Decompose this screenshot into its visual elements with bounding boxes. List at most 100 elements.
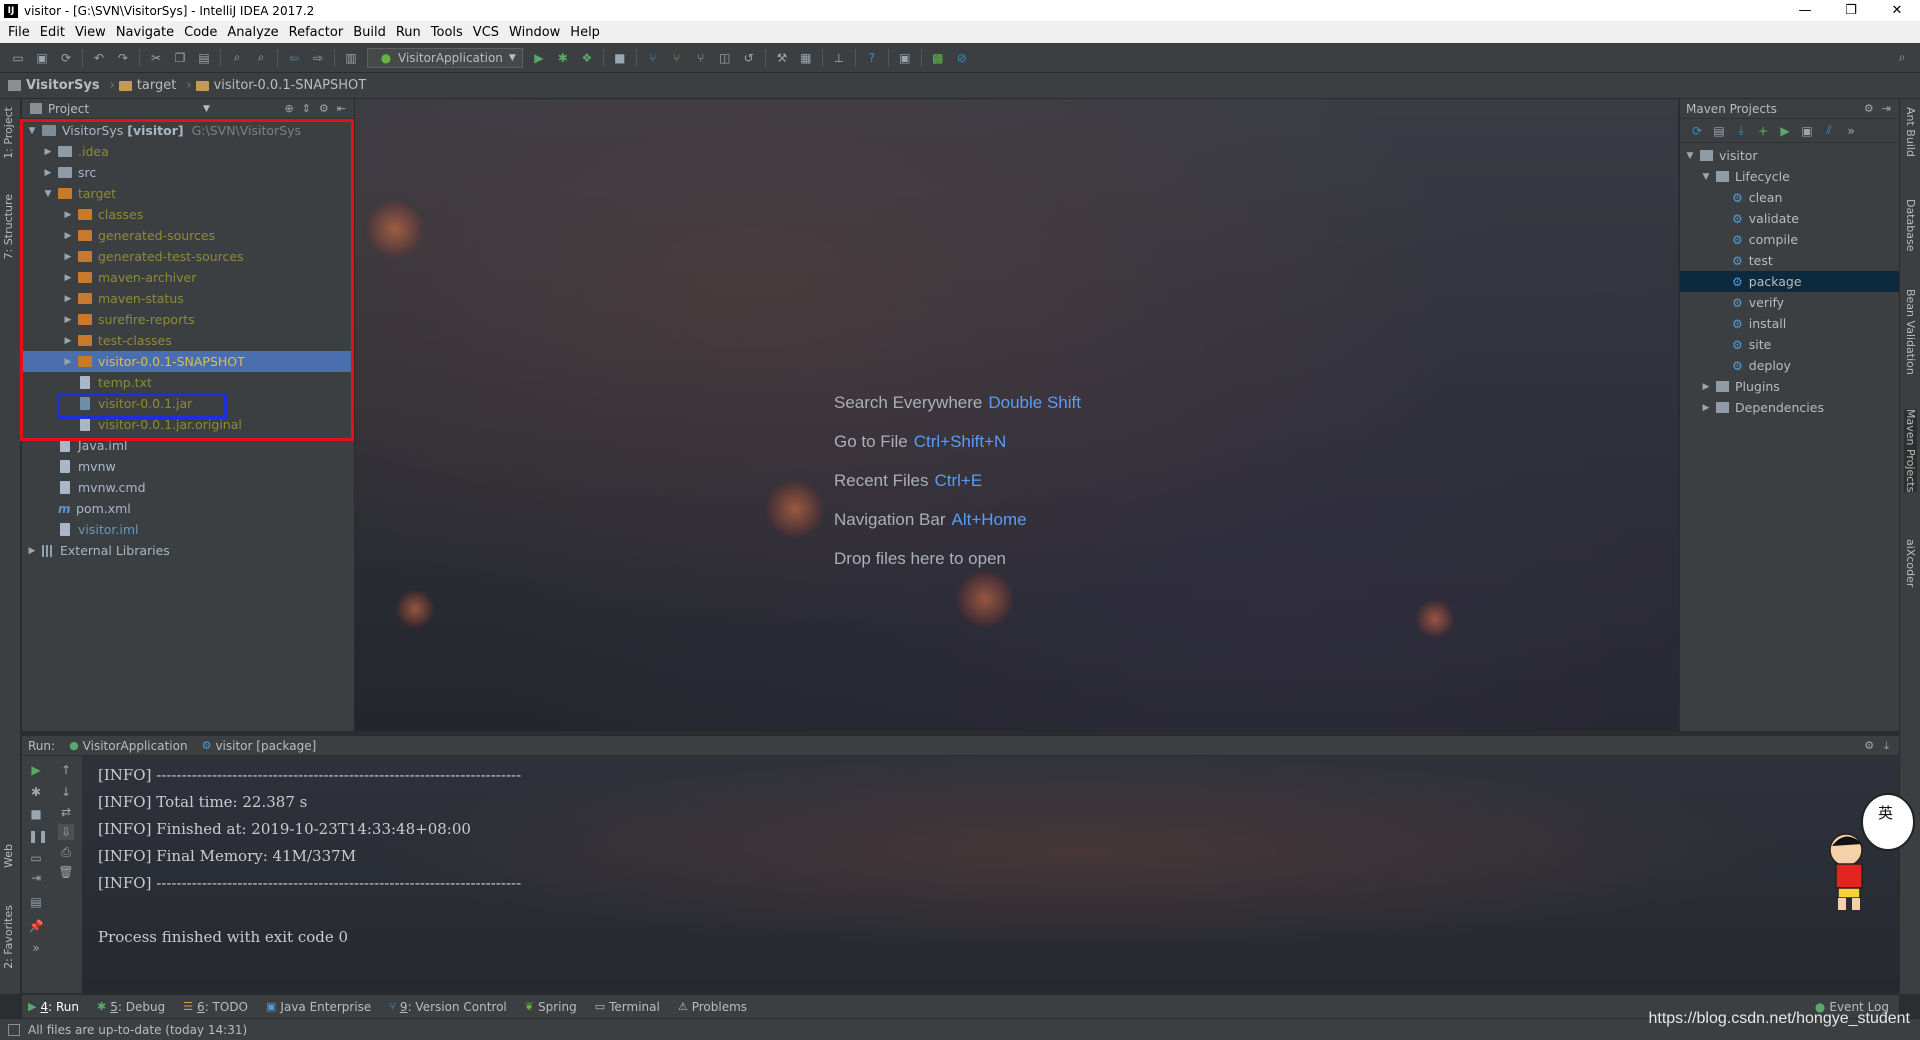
maven-goal-test[interactable]: ⚙ test (1680, 250, 1899, 271)
hide-panel-icon[interactable]: ⇥ (1882, 102, 1891, 115)
hide-panel-icon[interactable]: ⇤ (337, 102, 346, 115)
tree-item-visitor-iml[interactable]: visitor.iml (22, 519, 354, 540)
paste-icon[interactable]: ▤ (196, 50, 212, 66)
gear-icon[interactable]: ⚙ (1864, 102, 1874, 115)
layout-icon[interactable]: ▤ (28, 894, 44, 910)
menu-vcs[interactable]: VCS (469, 25, 505, 40)
down-icon[interactable]: ↓ (58, 784, 74, 800)
pin-icon[interactable]: 📌 (28, 918, 44, 934)
cut-icon[interactable]: ✂ (148, 50, 164, 66)
tab-version-control[interactable]: ⑂ 9: Version Control (389, 1000, 506, 1014)
maximize-button[interactable]: ❐ (1828, 0, 1874, 21)
run-icon[interactable]: ▶ (531, 50, 547, 66)
menu-view[interactable]: View (71, 25, 112, 40)
tab-aixcoder[interactable]: aiXcoder (1904, 539, 1917, 587)
maven-lifecycle-node[interactable]: ▼ Lifecycle (1680, 166, 1899, 187)
run-goal-icon[interactable]: ▶ (1777, 123, 1793, 139)
menu-edit[interactable]: Edit (36, 25, 71, 40)
download-icon[interactable]: ⤓ (1733, 123, 1749, 139)
vcs-commit-icon[interactable]: ⑂ (669, 50, 685, 66)
gear-icon[interactable]: ⚙ (319, 102, 329, 115)
expanded-arrow-icon[interactable]: ▼ (1684, 151, 1696, 161)
sdk-icon[interactable]: ⊥ (831, 50, 847, 66)
run-console[interactable]: [INFO] ---------------------------------… (82, 756, 1899, 993)
tab-structure[interactable]: 7: Structure (2, 194, 15, 259)
menu-file[interactable]: File (4, 25, 36, 40)
menu-refactor[interactable]: Refactor (285, 25, 350, 40)
tab-web[interactable]: Web (2, 844, 15, 868)
tab-problems[interactable]: ⚠ Problems (678, 1000, 747, 1014)
debug-icon[interactable]: ✱ (555, 50, 571, 66)
rerun-icon[interactable]: ▶ (28, 762, 44, 778)
run-configuration-select[interactable]: ● VisitorApplication ▼ (367, 47, 523, 68)
maven-project-node[interactable]: ▼ visitor (1680, 145, 1899, 166)
maven-goal-compile[interactable]: ⚙ compile (1680, 229, 1899, 250)
chevron-down-icon[interactable]: ▼ (203, 104, 210, 114)
tab-spring[interactable]: ❦ Spring (525, 1000, 577, 1014)
collapse-all-icon[interactable]: ⇕ (302, 102, 311, 115)
exit-icon[interactable]: ⇥ (28, 870, 44, 886)
copy-icon[interactable]: ❐ (172, 50, 188, 66)
vcs-history-icon[interactable]: ◫ (717, 50, 733, 66)
maven-goal-clean[interactable]: ⚙ clean (1680, 187, 1899, 208)
minimize-button[interactable]: — (1782, 0, 1828, 21)
maven-goal-package[interactable]: ⚙ package (1680, 271, 1899, 292)
tab-terminal[interactable]: ▭ Terminal (595, 1000, 660, 1014)
tab-ant-build[interactable]: Ant Build (1904, 107, 1917, 157)
stop-icon[interactable]: ■ (28, 806, 44, 822)
toggle-offline-icon[interactable]: ⫽ (1821, 123, 1837, 139)
project-structure-icon[interactable]: ▦ (798, 50, 814, 66)
vcs-revert-icon[interactable]: ↺ (741, 50, 757, 66)
print-icon[interactable]: ⎙ (58, 844, 74, 860)
maven-plugins-node[interactable]: ▶ Plugins (1680, 376, 1899, 397)
replace-icon[interactable]: ⌕ (253, 50, 269, 66)
hide-panel-icon[interactable]: ⤓ (1884, 739, 1889, 753)
generate-sources-icon[interactable]: ▤ (1711, 123, 1727, 139)
back-icon[interactable]: ⇦ (286, 50, 302, 66)
vcs-compare-icon[interactable]: ⑂ (693, 50, 709, 66)
collapsed-arrow-icon[interactable]: ▶ (1700, 382, 1712, 392)
breadcrumb-project[interactable]: VisitorSys (8, 78, 100, 93)
tab-run[interactable]: ▶ 4: Run (28, 1000, 79, 1014)
close-button[interactable]: ✕ (1874, 0, 1920, 21)
tree-item-pom[interactable]: m pom.xml (22, 498, 354, 519)
menu-tools[interactable]: Tools (427, 25, 469, 40)
open-folder-icon[interactable]: ▭ (10, 50, 26, 66)
expanded-arrow-icon[interactable]: ▼ (1700, 172, 1712, 182)
tree-item-mvnw[interactable]: mvnw (22, 456, 354, 477)
debug-icon[interactable]: ✱ (28, 784, 44, 800)
collapsed-arrow-icon[interactable]: ▶ (26, 546, 38, 556)
tab-debug[interactable]: ✱ 5: Debug (97, 1000, 165, 1014)
redo-icon[interactable]: ↷ (115, 50, 131, 66)
execute-icon[interactable]: ▣ (1799, 123, 1815, 139)
tab-database[interactable]: Database (1904, 199, 1917, 252)
save-all-icon[interactable]: ▣ (34, 50, 50, 66)
maven-goal-deploy[interactable]: ⚙ deploy (1680, 355, 1899, 376)
maven-goal-install[interactable]: ⚙ install (1680, 313, 1899, 334)
soft-wrap-icon[interactable]: ⇄ (58, 804, 74, 820)
more-icon[interactable]: » (28, 940, 44, 956)
maven-goal-verify[interactable]: ⚙ verify (1680, 292, 1899, 313)
scroll-to-end-icon[interactable]: ⇩ (58, 824, 74, 840)
tab-maven-projects[interactable]: Maven Projects (1904, 409, 1917, 493)
plugin-icon[interactable]: ▣ (897, 50, 913, 66)
tree-item-mvnw-cmd[interactable]: mvnw.cmd (22, 477, 354, 498)
menu-help[interactable]: Help (566, 25, 606, 40)
pause-icon[interactable]: ❚❚ (28, 828, 48, 844)
disable-icon[interactable]: ⊘ (954, 50, 970, 66)
tab-project[interactable]: 1: Project (2, 107, 15, 159)
reimport-icon[interactable]: ⟳ (1689, 123, 1705, 139)
tab-java-enterprise[interactable]: ▣ Java Enterprise (266, 1000, 371, 1014)
project-panel-title[interactable]: Project (48, 102, 203, 116)
tab-bean-validation[interactable]: Bean Validation (1904, 289, 1917, 375)
breadcrumb-target[interactable]: target (118, 78, 176, 93)
menu-window[interactable]: Window (505, 25, 566, 40)
sync-icon[interactable]: ⟳ (58, 50, 74, 66)
gear-icon[interactable]: ⚙ (1864, 739, 1874, 753)
undo-icon[interactable]: ↶ (91, 50, 107, 66)
run-tab-visitor-package[interactable]: ⚙ visitor [package] (202, 739, 317, 753)
up-icon[interactable]: ↑ (58, 762, 74, 778)
menu-navigate[interactable]: Navigate (112, 25, 180, 40)
forward-icon[interactable]: ⇨ (310, 50, 326, 66)
menu-analyze[interactable]: Analyze (223, 25, 284, 40)
